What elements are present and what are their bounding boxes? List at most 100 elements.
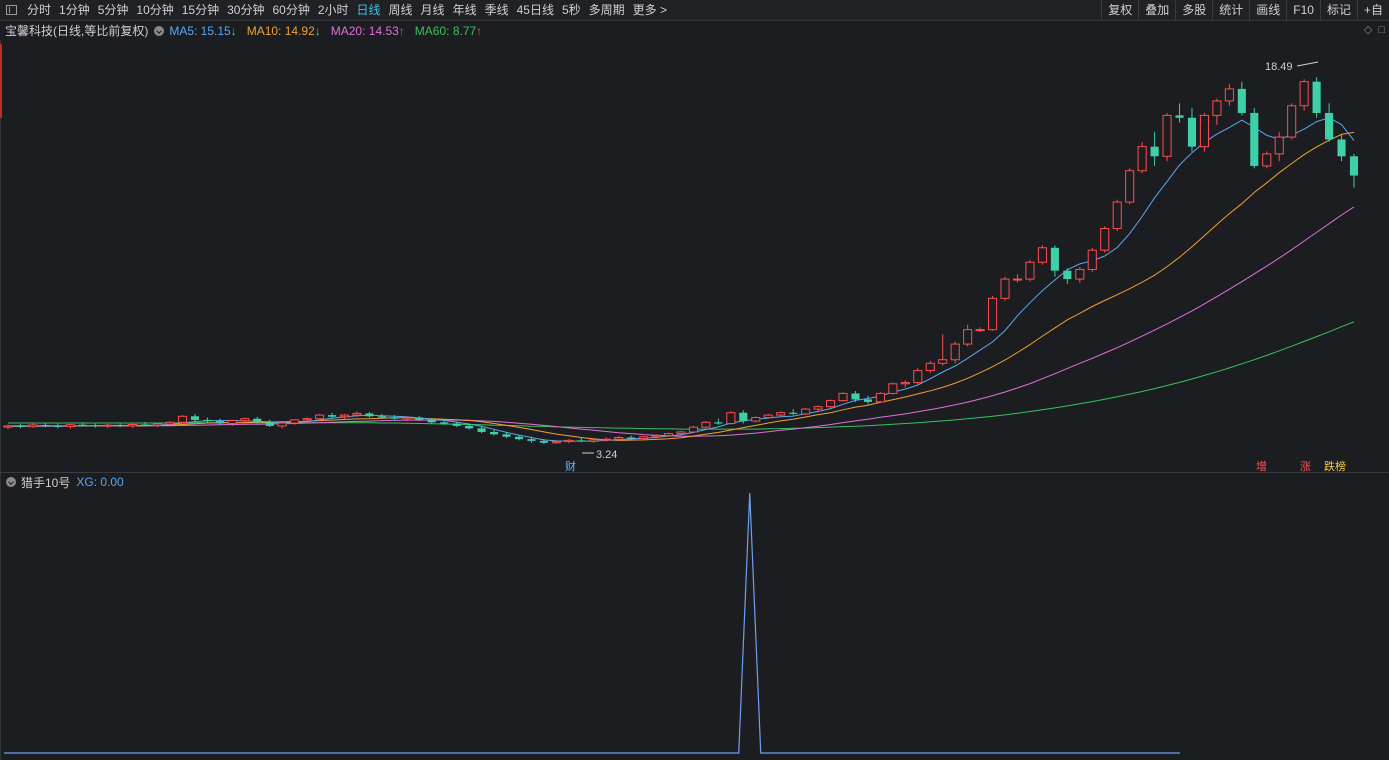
tool-button-6[interactable]: 标记: [1319, 0, 1357, 20]
candle[interactable]: [1087, 247, 1097, 272]
tool-button-4[interactable]: 画线: [1249, 0, 1286, 20]
timeframe-tab-13[interactable]: 45日线: [513, 0, 558, 21]
candle[interactable]: [589, 439, 599, 443]
candle[interactable]: [838, 392, 848, 402]
candle[interactable]: [1237, 81, 1246, 116]
candle[interactable]: [177, 415, 188, 424]
candle[interactable]: [1025, 259, 1035, 282]
candle[interactable]: [3, 424, 13, 430]
tool-button-0[interactable]: 复权: [1101, 0, 1138, 20]
timeframe-tab-16[interactable]: 更多 >: [629, 0, 671, 21]
candle[interactable]: [1012, 274, 1023, 283]
candle[interactable]: [91, 423, 100, 428]
candle[interactable]: [277, 422, 287, 429]
timeframe-tab-9[interactable]: 周线: [385, 0, 417, 21]
candle[interactable]: [701, 421, 711, 429]
candle[interactable]: [950, 341, 960, 364]
candle[interactable]: [751, 416, 761, 423]
candle[interactable]: [128, 423, 138, 428]
timeframe-tab-14[interactable]: 5秒: [558, 0, 585, 21]
candle[interactable]: [153, 423, 163, 428]
tool-button-2[interactable]: 多股: [1175, 0, 1212, 20]
candle[interactable]: [53, 423, 62, 429]
candle[interactable]: [1337, 134, 1346, 162]
candle[interactable]: [826, 399, 836, 408]
candle[interactable]: [875, 392, 885, 404]
tool-button-3[interactable]: 统计: [1212, 0, 1249, 20]
candle[interactable]: [726, 411, 736, 425]
candle[interactable]: [190, 413, 199, 422]
panel-toggle-icon[interactable]: [6, 5, 17, 15]
candle[interactable]: [577, 437, 586, 443]
timeframe-tab-3[interactable]: 10分钟: [132, 0, 177, 21]
candle[interactable]: [1063, 268, 1072, 284]
candle[interactable]: [1050, 245, 1059, 277]
collapse-chevron-icon[interactable]: [154, 25, 165, 36]
candle[interactable]: [1187, 108, 1197, 152]
timeframe-tab-0[interactable]: 分时: [23, 0, 55, 21]
candle[interactable]: [1325, 103, 1334, 142]
timeframe-tab-7[interactable]: 2小时: [314, 0, 353, 21]
candle[interactable]: [16, 424, 25, 429]
timeframe-tab-15[interactable]: 多周期: [585, 0, 629, 21]
candle[interactable]: [1000, 276, 1010, 301]
candle[interactable]: [963, 324, 973, 347]
timeframe-tab-1[interactable]: 1分钟: [55, 0, 94, 21]
candle[interactable]: [988, 295, 998, 331]
candle[interactable]: [1250, 108, 1259, 169]
candle[interactable]: [1199, 112, 1209, 152]
square-icon[interactable]: □: [1378, 21, 1385, 40]
candle[interactable]: [365, 411, 374, 418]
candle[interactable]: [1312, 77, 1321, 118]
timeframe-tab-11[interactable]: 年线: [449, 0, 481, 21]
candlestick-chart[interactable]: 18.49 3.24 财 增 涨 跌榜: [0, 40, 1389, 472]
candle[interactable]: [913, 368, 923, 385]
candle[interactable]: [1287, 103, 1297, 140]
candle[interactable]: [900, 380, 910, 388]
candle[interactable]: [1037, 245, 1047, 265]
candle[interactable]: [215, 418, 224, 425]
candle[interactable]: [103, 424, 113, 429]
timeframe-tab-2[interactable]: 5分钟: [94, 0, 133, 21]
candle[interactable]: [789, 409, 798, 416]
candle[interactable]: [1299, 79, 1309, 111]
candle[interactable]: [776, 411, 786, 417]
candle[interactable]: [1112, 199, 1122, 231]
indicator-chart[interactable]: [0, 491, 1389, 760]
finance-event-mark[interactable]: 财: [565, 459, 576, 472]
timeframe-tab-6[interactable]: 60分钟: [268, 0, 313, 21]
candle[interactable]: [863, 395, 872, 405]
candle[interactable]: [714, 418, 723, 425]
timeframe-tab-4[interactable]: 15分钟: [178, 0, 223, 21]
tag-increase[interactable]: 增: [1256, 459, 1267, 472]
timeframe-tab-5[interactable]: 30分钟: [223, 0, 268, 21]
timeframe-tab-12[interactable]: 季线: [481, 0, 513, 21]
candle[interactable]: [1150, 132, 1159, 166]
candle[interactable]: [240, 417, 250, 423]
candle[interactable]: [339, 413, 350, 419]
diamond-icon[interactable]: ◇: [1364, 21, 1372, 40]
candle[interactable]: [265, 419, 274, 428]
timeframe-tab-10[interactable]: 月线: [417, 0, 449, 21]
candle[interactable]: [1162, 112, 1172, 162]
candle[interactable]: [28, 423, 38, 428]
tag-drop-list[interactable]: 跌榜: [1324, 459, 1346, 472]
candle[interactable]: [564, 439, 574, 444]
tool-button-1[interactable]: 叠加: [1138, 0, 1175, 20]
tag-limit-up[interactable]: 涨: [1300, 460, 1311, 472]
candle[interactable]: [1100, 226, 1110, 253]
candle[interactable]: [65, 424, 75, 429]
candle[interactable]: [1262, 151, 1272, 169]
indicator-collapse-icon[interactable]: [6, 477, 16, 487]
tool-button-5[interactable]: F10: [1286, 0, 1320, 20]
candle[interactable]: [1137, 141, 1147, 174]
timeframe-tab-8[interactable]: 日线: [353, 0, 385, 21]
candle[interactable]: [763, 413, 773, 419]
candle[interactable]: [801, 407, 811, 416]
candle[interactable]: [315, 413, 325, 420]
candle[interactable]: [888, 382, 898, 395]
candle[interactable]: [1125, 168, 1135, 205]
candle[interactable]: [1274, 132, 1284, 162]
candle[interactable]: [1212, 98, 1222, 125]
candle[interactable]: [688, 425, 699, 434]
